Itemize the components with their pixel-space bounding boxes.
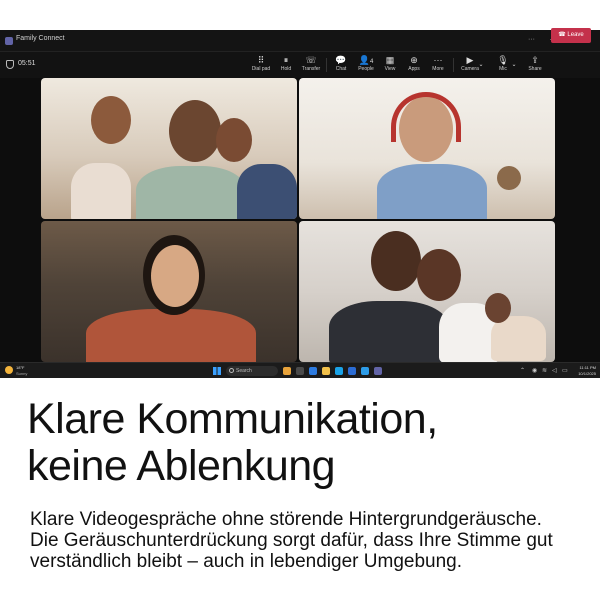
tray-chevron-icon[interactable]: ⌃ (520, 367, 525, 375)
file-explorer-icon[interactable] (322, 367, 330, 375)
windows-taskbar: 18°F Sunny Search ⌃ ◉ ≋ ◁ ▭ 11:11 PM 10/… (0, 362, 600, 378)
mail-app-icon[interactable] (348, 367, 356, 375)
taskbar-search-box[interactable]: Search (226, 366, 278, 376)
call-timer: 05:51 (18, 60, 36, 67)
video-tile-smiling-woman[interactable] (41, 221, 297, 362)
search-placeholder: Search (236, 368, 252, 374)
headline-line: keine Ablenkung (27, 442, 336, 490)
chat-icon: 💬 (335, 55, 347, 65)
dialpad-icon: ⠿ (257, 55, 265, 65)
task-view-icon[interactable] (296, 367, 304, 375)
participant-face (371, 231, 421, 291)
participant-face (169, 100, 221, 162)
edge-app-icon[interactable] (335, 367, 343, 375)
headline-line: Klare Kommunikation, (27, 395, 438, 443)
hold-icon: ⏸ (283, 55, 289, 65)
transfer-button[interactable]: ☏ Transfer (297, 55, 325, 77)
headline: Klare Kommunikation, keine Ablenkung (27, 396, 587, 490)
taskbar-clock-time[interactable]: 11:11 PM (572, 365, 596, 370)
participant-body (237, 164, 297, 219)
body-line: verständlich bleibt – auch in lebendiger… (30, 551, 462, 572)
participant-face (216, 118, 252, 162)
tray-app-icon[interactable]: ◉ (532, 367, 537, 375)
headphones-icon (391, 92, 461, 142)
shield-icon (6, 60, 14, 69)
share-button[interactable]: ⇪ Share (521, 55, 549, 77)
more-icon: ··· (433, 55, 443, 65)
search-icon (229, 368, 234, 373)
wifi-icon[interactable]: ≋ (542, 367, 547, 375)
window-title: Family Connect (16, 35, 65, 42)
teams-taskbar-icon[interactable] (374, 367, 382, 375)
participant-body (329, 301, 449, 362)
taskbar-clock-date[interactable]: 10/1/2025 (572, 371, 596, 376)
participant-body (377, 164, 487, 219)
dial-pad-button[interactable]: ⠿ Dial pad (247, 55, 275, 77)
video-tile-couple-with-baby[interactable] (299, 221, 555, 362)
store-app-icon[interactable] (361, 367, 369, 375)
teams-app-icon (5, 37, 13, 45)
sun-icon[interactable] (5, 366, 13, 374)
window-more-icon[interactable]: ··· (528, 35, 535, 45)
participant-body (71, 163, 131, 219)
weather-description: Sunny (16, 371, 28, 376)
body-line: Die Geräuschunterdrückung sorgt dafür, d… (30, 530, 553, 551)
video-tile-man-with-headphones[interactable] (299, 78, 555, 219)
plant-pot (497, 166, 521, 190)
share-icon: ⇪ (531, 55, 539, 65)
body-text: Klare Videogespräche ohne störende Hinte… (30, 509, 590, 572)
battery-icon[interactable]: ▭ (562, 367, 568, 375)
baby-face (485, 293, 511, 323)
video-tile-family-with-children[interactable] (41, 78, 297, 219)
chat-button[interactable]: 💬 Chat (327, 55, 355, 77)
leave-call-button[interactable]: ☎ Leave (551, 28, 591, 43)
participant-face (151, 245, 199, 307)
toolbar-divider (453, 58, 454, 72)
browser-app-icon[interactable] (309, 367, 317, 375)
participant-face (91, 96, 131, 144)
hold-button[interactable]: ⏸ Hold (272, 55, 300, 77)
volume-icon[interactable]: ◁ (552, 367, 557, 375)
weather-temperature: 18°F (16, 365, 25, 370)
transfer-icon: ☏ (305, 55, 317, 65)
participant-face (417, 249, 461, 301)
participant-body (86, 309, 256, 362)
participant-body (136, 166, 246, 219)
windows-start-icon[interactable] (213, 367, 221, 375)
widget-app-icon[interactable] (283, 367, 291, 375)
body-line: Klare Videogespräche ohne störende Hinte… (30, 509, 542, 530)
window-title-bar: Family Connect ··· – □ ✕ (0, 30, 600, 52)
more-button[interactable]: ··· More (424, 55, 452, 77)
call-toolbar: 05:51 ⠿ Dial pad ⏸ Hold ☏ Transfer 💬 Cha… (0, 52, 600, 78)
people-count: 4 (369, 59, 374, 65)
